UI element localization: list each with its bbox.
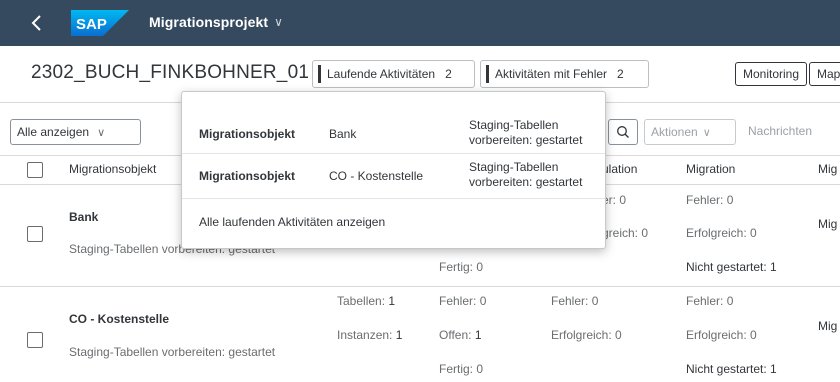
row-extra-cell: Mig [818,319,838,333]
popover-divider [182,198,605,199]
row-object-name: Bank [69,210,99,224]
app-title-menu[interactable]: Migrationsprojekt ∨ [149,14,283,30]
chevron-down-icon: ∨ [702,126,711,139]
mig-error-cell: Fehler: 0 [686,193,734,207]
running-indicator [318,65,321,83]
mig-not-started-cell: Nicht gestartet: 1 [686,260,777,274]
back-icon[interactable] [30,13,50,33]
actions-label: Aktionen [651,125,698,139]
prep-error-cell: Fehler: 0 [439,294,487,308]
sim-success-cell: greich: 0 [602,226,649,240]
running-activities-count: 2 [445,67,452,81]
popover-item-bank[interactable]: Migrationsobjekt Bank Staging-Tabellen v… [182,114,605,154]
error-activities-count: 2 [617,67,624,81]
chevron-down-icon: ∨ [97,126,106,139]
show-all-label: Alle anzeigen [17,125,90,139]
running-activities-label: Laufende Aktivitäten [327,67,436,81]
row-status: Staging-Tabellen vorbereiten: gestartet [69,345,276,359]
row-divider [0,286,840,287]
mig-success-cell: Erfolgreich: 0 [686,226,757,240]
show-all-select[interactable]: Alle anzeigen ∨ [10,119,141,145]
popover-item-value: Bank [329,127,357,141]
open-cell: Offen: 1 [439,328,482,342]
sim-error-cell: Fehler: 0 [551,294,599,308]
done-cell: Fertig: 0 [439,260,484,274]
popover-item-value: CO - Kostenstelle [329,169,424,183]
select-all-checkbox[interactable] [27,162,43,178]
popover-item-key: Migrationsobjekt [199,169,296,183]
app-title: Migrationsprojekt [149,14,269,30]
search-icon [617,126,629,138]
mig-error-cell: Fehler: 0 [686,294,734,308]
mig-success-cell: Erfolgreich: 0 [686,328,757,342]
running-activities-button[interactable]: Laufende Aktivitäten 2 [312,60,475,88]
sap-logo[interactable]: SAP [71,10,129,36]
map-button[interactable]: Map [809,62,840,86]
popover-item-status: Staging-Tabellen vorbereiten: gestartet [469,118,583,147]
mig-not-started-cell: Nicht gestartet: 1 [686,362,777,376]
show-all-running-link[interactable]: Alle laufenden Aktivitäten anzeigen [199,215,385,229]
column-header-object[interactable]: Migrationsobjekt [69,162,156,176]
error-activities-label: Aktivitäten mit Fehler [495,67,608,81]
search-button[interactable] [608,119,638,145]
instances-cell: Instanzen: 1 [337,328,403,342]
shell-bar: SAP Migrationsprojekt ∨ [0,0,840,46]
error-indicator [486,65,489,83]
monitoring-button[interactable]: Monitoring [735,62,808,86]
messages-button[interactable]: Nachrichten [748,124,812,138]
done-cell: Fertig: 0 [439,362,484,376]
object-title: 2302_BUCH_FINKBOHNER_01 [31,62,310,83]
popover-item-key: Migrationsobjekt [199,127,296,141]
column-header-simulation[interactable]: ulation [602,162,637,176]
popover-divider [182,153,605,154]
row-object-name: CO - Kostenstelle [69,312,170,326]
row-extra-cell: Mig [818,217,838,231]
chevron-down-icon: ∨ [274,15,284,29]
popover-item-status: Staging-Tabellen vorbereiten: gestartet [469,160,583,189]
popover-item-kostenstelle[interactable]: Migrationsobjekt CO - Kostenstelle Stagi… [182,156,605,196]
row-checkbox[interactable] [27,226,43,242]
actions-menu-button[interactable]: Aktionen ∨ [644,119,736,145]
tables-cell: Tabellen: 1 [337,294,396,308]
error-activities-button[interactable]: Aktivitäten mit Fehler 2 [480,60,649,88]
running-activities-popover: Migrationsobjekt Bank Staging-Tabellen v… [181,91,606,249]
row-checkbox[interactable] [27,332,43,348]
column-header-extra[interactable]: Mig [818,162,837,176]
column-header-migration[interactable]: Migration [686,162,735,176]
sap-logo-text: SAP [76,16,107,33]
sim-success-cell: Erfolgreich: 0 [551,328,622,342]
